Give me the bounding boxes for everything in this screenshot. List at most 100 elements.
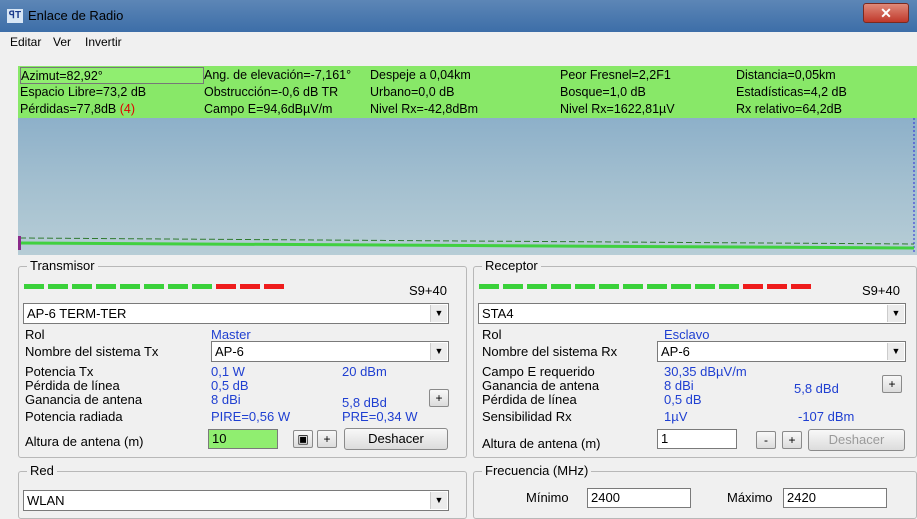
receiver-title: Receptor [482,258,541,273]
forest-loss: Bosque=1,0 dB [560,85,646,99]
tx-system-value: AP-6 [215,344,244,359]
tx-station-value: AP-6 TERM-TER [27,306,127,321]
rx-gain-plus-button[interactable]: + [882,375,902,393]
frequency-title: Frecuencia (MHz) [482,463,592,478]
meter-segment [503,284,523,289]
meter-segment [719,284,739,289]
tx-power-label: Potencia Tx [25,364,94,379]
tx-radiated-label: Potencia radiada [25,409,123,424]
network-title: Red [27,463,57,478]
rx-gain-label: Ganancia de antena [482,378,600,393]
meter-segment [767,284,787,289]
rx-sens-uv: 1µV [664,409,688,424]
rx-relative: Rx relativo=64,2dB [736,102,842,116]
menu-bar: Editar Ver Invertir [0,32,917,52]
elevation-angle: Ang. de elevación=-7,161° [204,68,352,82]
rx-level-uv: Nivel Rx=1622,81µV [560,102,675,116]
rx-station-select[interactable]: STA4 ▼ [478,303,906,324]
meter-segment [743,284,763,289]
meter-segment [168,284,188,289]
rx-system-label: Nombre del sistema Rx [482,344,618,359]
tx-power-w: 0,1 W [211,364,245,379]
rx-line-loss-value: 0,5 dB [664,392,702,407]
tx-height-plus-button[interactable]: + [317,430,337,448]
menu-ver[interactable]: Ver [53,35,71,49]
network-value: WLAN [27,493,65,508]
rx-gain-dbi: 8 dBi [664,378,694,393]
chevron-down-icon[interactable]: ▼ [430,492,447,509]
menu-invertir[interactable]: Invertir [85,35,122,49]
meter-segment [791,284,811,289]
meter-segment [96,284,116,289]
link-info-panel: Azimut=82,92° Ang. de elevación=-7,161° … [18,66,917,118]
distance: Distancia=0,05km [736,68,836,82]
statistics: Estadísticas=4,2 dB [736,85,847,99]
rx-height-minus-button[interactable]: - [756,431,776,449]
tx-line-loss-label: Pérdida de línea [25,378,120,393]
loss-note: (4) [119,102,136,116]
meter-segment [72,284,92,289]
meter-segment [24,284,44,289]
window-title: Enlace de Radio [28,8,124,23]
total-loss-value: Pérdidas=77,8dB [20,102,117,116]
tx-system-select[interactable]: AP-6 ▼ [211,341,449,362]
meter-segment [551,284,571,289]
meter-segment [264,284,284,289]
tx-height-toggle-button[interactable]: ▣ [293,430,313,448]
terrain-profile-graph[interactable] [18,118,917,255]
chevron-down-icon[interactable]: ▼ [430,305,447,322]
tx-gain-label: Ganancia de antena [25,392,143,407]
chevron-down-icon[interactable]: ▼ [887,305,904,322]
meter-segment [240,284,260,289]
tx-role-label: Rol [25,327,45,342]
total-loss: Pérdidas=77,8dB (4) [20,101,135,118]
freq-min-input[interactable]: 2400 [587,488,691,508]
meter-segment [527,284,547,289]
menu-editar[interactable]: Editar [10,35,41,49]
rx-line-loss-label: Pérdida de línea [482,392,577,407]
urban-loss: Urbano=0,0 dB [370,85,455,99]
rx-gain-dbd: 5,8 dBd [794,381,839,396]
rx-sens-dbm: -107 dBm [798,409,855,424]
tx-gain-plus-button[interactable]: + [429,389,449,407]
title-bar[interactable]: ꟼT Enlace de Radio ✕ [0,0,917,32]
meter-segment [647,284,667,289]
chevron-down-icon[interactable]: ▼ [430,343,447,360]
rx-height-input[interactable]: 1 [657,429,737,449]
tx-station-select[interactable]: AP-6 TERM-TER ▼ [23,303,449,324]
close-button[interactable]: ✕ [863,3,909,23]
chevron-down-icon[interactable]: ▼ [887,343,904,360]
rx-role-value: Esclavo [664,327,710,342]
freq-min-label: Mínimo [526,490,569,505]
rx-system-select[interactable]: AP-6 ▼ [657,341,906,362]
freq-max-input[interactable]: 2420 [783,488,887,508]
profile-svg [18,118,915,253]
tx-undo-button[interactable]: Deshacer [344,428,448,450]
rx-sens-label: Sensibilidad Rx [482,409,572,424]
obstruction: Obstrucción=-0,6 dB TR [204,85,339,99]
meter-segment [575,284,595,289]
meter-segment [120,284,140,289]
network-select[interactable]: WLAN ▼ [23,490,449,511]
rx-field-label: Campo E requerido [482,364,595,379]
rx-signal-meter [479,284,811,289]
terrain-line [19,241,915,250]
tx-pire: PIRE=0,56 W [211,409,291,424]
meter-segment [479,284,499,289]
tx-signal-meter [24,284,284,289]
meter-segment [216,284,236,289]
tx-line-loss-value: 0,5 dB [211,378,249,393]
tx-height-input[interactable]: 10 [208,429,278,449]
transmitter-title: Transmisor [27,258,98,273]
clearance: Despeje a 0,04km [370,68,471,82]
tx-pre: PRE=0,34 W [342,409,418,424]
tx-height-label: Altura de antena (m) [25,434,144,449]
rx-signal-label: S9+40 [862,283,900,298]
rx-undo-button[interactable]: Deshacer [808,429,905,451]
rx-field-value: 30,35 dBµV/m [664,364,747,379]
rx-role-label: Rol [482,327,502,342]
rx-system-value: AP-6 [661,344,690,359]
tx-gain-dbd: 5,8 dBd [342,395,387,410]
freq-max-label: Máximo [727,490,773,505]
rx-height-plus-button[interactable]: + [782,431,802,449]
